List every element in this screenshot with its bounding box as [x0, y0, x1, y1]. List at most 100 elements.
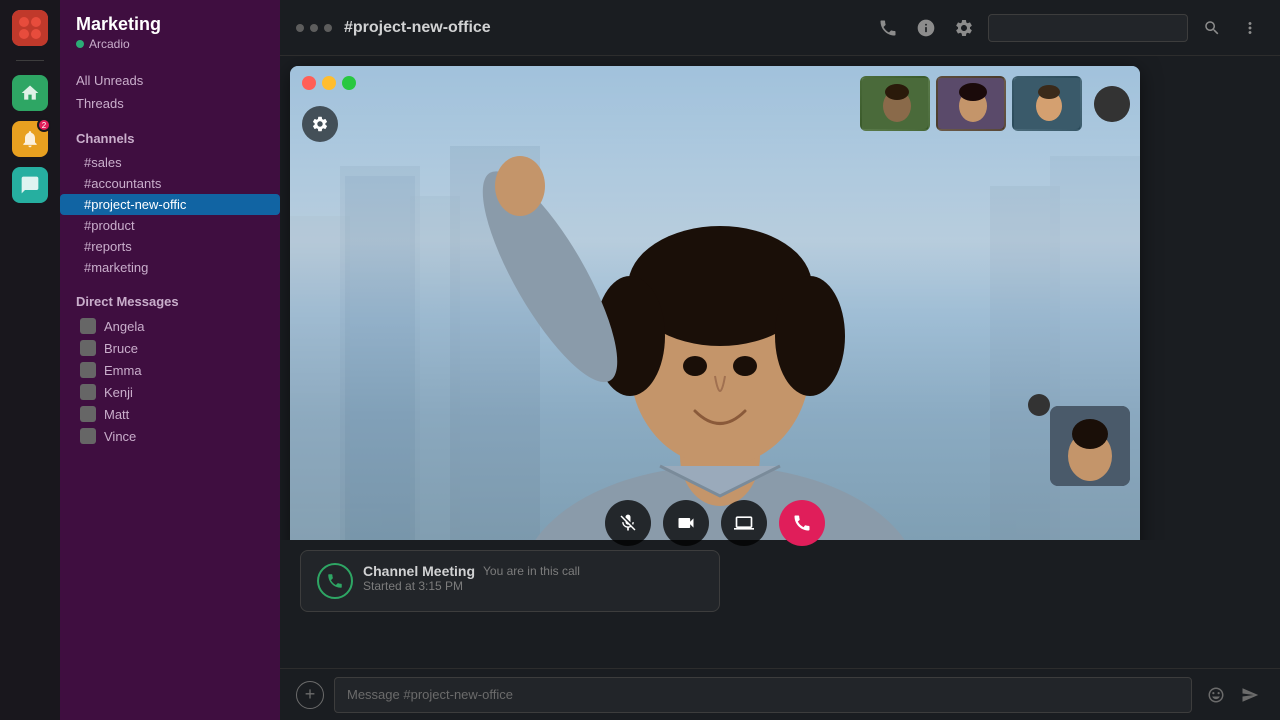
dm-kenji-label: Kenji	[104, 385, 133, 400]
meeting-icon	[317, 563, 353, 599]
channel-item-reports[interactable]: #reports	[60, 236, 280, 257]
bottom-right-participant[interactable]	[1050, 406, 1130, 486]
dm-label: Direct Messages	[60, 294, 280, 315]
channel-item-marketing[interactable]: #marketing	[60, 257, 280, 278]
dm-avatar-matt	[80, 406, 96, 422]
sidebar-status: Arcadio	[76, 37, 264, 51]
channel-sales-label: #sales	[84, 155, 122, 170]
channel-item-product[interactable]: #product	[60, 215, 280, 236]
icon-bar: 2	[0, 0, 60, 720]
sidebar: Marketing Arcadio All Unreads Threads Ch…	[60, 0, 280, 720]
video-call-window	[290, 66, 1140, 566]
dot-1	[296, 24, 304, 32]
channel-header: #project-new-office	[280, 0, 1280, 56]
channel-item-sales[interactable]: #sales	[60, 152, 280, 173]
meeting-info: Channel Meeting You are in this call Sta…	[363, 563, 703, 593]
chat-area: Channel Meeting You are in this call Sta…	[280, 540, 1280, 720]
channel-accountants-label: #accountants	[84, 176, 161, 191]
divider	[16, 60, 44, 61]
dm-angela-label: Angela	[104, 319, 144, 334]
sidebar-header: Marketing Arcadio	[60, 0, 280, 57]
dm-item-angela[interactable]: Angela	[60, 315, 280, 337]
video-settings-button[interactable]	[302, 106, 338, 142]
sidebar-item-threads[interactable]: Threads	[60, 92, 280, 115]
end-call-button[interactable]	[779, 500, 825, 546]
dm-matt-label: Matt	[104, 407, 129, 422]
meeting-time: Started at 3:15 PM	[363, 579, 703, 593]
dot-2	[310, 24, 318, 32]
window-controls	[302, 76, 356, 90]
message-input-bar: +	[280, 668, 1280, 720]
header-search-input[interactable]	[988, 14, 1188, 42]
add-button[interactable]: +	[296, 681, 324, 709]
dm-emma-label: Emma	[104, 363, 142, 378]
channel-product-label: #product	[84, 218, 135, 233]
phone-icon-btn[interactable]	[874, 14, 902, 42]
info-icon-btn[interactable]	[912, 14, 940, 42]
dot-3	[324, 24, 332, 32]
threads-label: Threads	[76, 96, 124, 111]
meeting-card: Channel Meeting You are in this call Sta…	[300, 550, 720, 612]
dm-item-bruce[interactable]: Bruce	[60, 337, 280, 359]
participant-thumbnails	[860, 76, 1130, 131]
nav-section: All Unreads Threads	[60, 57, 280, 119]
home-icon-btn[interactable]	[12, 75, 48, 111]
person-svg	[290, 66, 1140, 566]
bottom-right-dot	[1028, 394, 1050, 416]
dm-avatar-vince	[80, 428, 96, 444]
participant-thumb-3[interactable]	[1012, 76, 1082, 131]
channels-section: Channels #sales #accountants #project-ne…	[60, 119, 280, 282]
workspace-avatar[interactable]	[12, 10, 48, 46]
channel-item-project-new-office[interactable]: #project-new-offic	[60, 194, 280, 215]
input-right-icons	[1202, 681, 1264, 709]
minimize-button[interactable]	[322, 76, 336, 90]
dm-avatar-kenji	[80, 384, 96, 400]
dm-avatar-angela	[80, 318, 96, 334]
header-icons	[874, 14, 1264, 42]
search-icon-btn[interactable]	[1198, 14, 1226, 42]
dm-bruce-label: Bruce	[104, 341, 138, 356]
message-input[interactable]	[334, 677, 1192, 713]
status-dot	[76, 40, 84, 48]
dm-item-kenji[interactable]: Kenji	[60, 381, 280, 403]
maximize-button[interactable]	[342, 76, 356, 90]
mute-button[interactable]	[605, 500, 651, 546]
workspace-name: Marketing	[76, 14, 264, 35]
notification-icon-btn[interactable]: 2	[12, 121, 48, 157]
dm-item-matt[interactable]: Matt	[60, 403, 280, 425]
dm-vince-label: Vince	[104, 429, 136, 444]
sidebar-item-all-unreads[interactable]: All Unreads	[60, 69, 280, 92]
channel-marketing-label: #marketing	[84, 260, 148, 275]
dm-item-vince[interactable]: Vince	[60, 425, 280, 447]
send-icon-btn[interactable]	[1236, 681, 1264, 709]
channel-title: #project-new-office	[344, 19, 862, 37]
screen-share-button[interactable]	[721, 500, 767, 546]
emoji-icon-btn[interactable]	[1202, 681, 1230, 709]
channel-reports-label: #reports	[84, 239, 132, 254]
settings-icon-btn[interactable]	[950, 14, 978, 42]
video-controls	[605, 500, 825, 546]
channels-icon-btn[interactable]	[12, 167, 48, 203]
close-button[interactable]	[302, 76, 316, 90]
channel-project-label: #project-new-offic	[84, 197, 186, 212]
dm-avatar-emma	[80, 362, 96, 378]
meeting-title: Channel Meeting	[363, 563, 475, 579]
video-main	[290, 66, 1140, 566]
content-area: Channel Meeting You are in this call Sta…	[280, 56, 1280, 720]
meeting-subtitle: You are in this call	[483, 564, 580, 578]
dm-section: Direct Messages Angela Bruce Emma Kenji …	[60, 282, 280, 451]
all-unreads-label: All Unreads	[76, 73, 143, 88]
channel-item-accountants[interactable]: #accountants	[60, 173, 280, 194]
participant-thumb-2[interactable]	[936, 76, 1006, 131]
main-area: #project-new-office	[280, 0, 1280, 720]
channels-label: Channels	[60, 131, 280, 152]
dm-item-emma[interactable]: Emma	[60, 359, 280, 381]
participant-thumb-4[interactable]	[1094, 86, 1130, 122]
camera-button[interactable]	[663, 500, 709, 546]
more-icon-btn[interactable]	[1236, 14, 1264, 42]
participant-thumb-1[interactable]	[860, 76, 930, 131]
user-name: Arcadio	[89, 37, 130, 51]
header-dots	[296, 24, 332, 32]
chat-messages: Channel Meeting You are in this call Sta…	[280, 540, 1280, 668]
dm-avatar-bruce	[80, 340, 96, 356]
